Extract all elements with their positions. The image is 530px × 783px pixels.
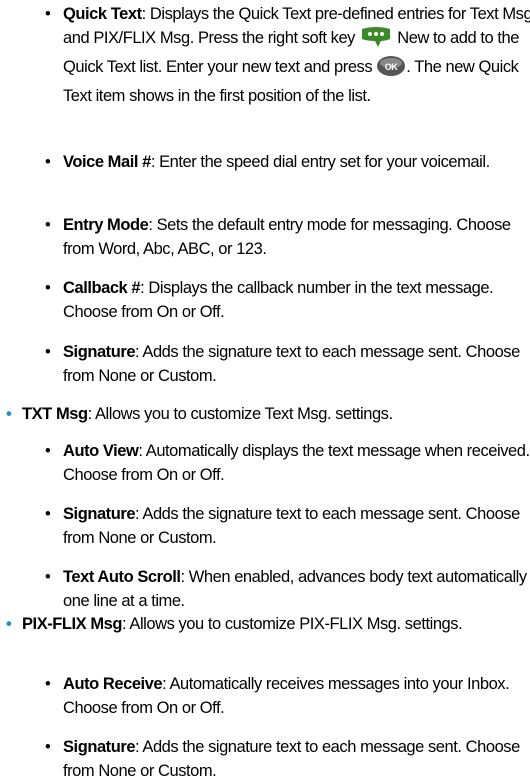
list-item-signature: • Signature: Adds the signature text to e… (45, 502, 530, 550)
bullet: • (6, 615, 12, 633)
term-quick-text: Quick Text (63, 5, 142, 23)
list-item-quick-text: • Quick Text: Displays the Quick Text pre… (45, 2, 530, 108)
bullet: • (45, 442, 51, 460)
bullet: • (45, 343, 51, 361)
list-item-callback: • Callback #: Displays the callback numbe… (45, 276, 530, 324)
list-item-entry-mode: • Entry Mode: Sets the default entry mode… (45, 213, 530, 261)
svg-text:OK: OK (385, 62, 399, 72)
list-item-voice-mail: • Voice Mail #: Enter the speed dial entr… (45, 150, 530, 174)
bullet: • (6, 405, 12, 423)
bullet: • (45, 216, 51, 234)
bullet: • (45, 5, 51, 23)
list-item-pix-flix-msg: • PIX-FLIX Msg: Allows you to customize P… (6, 612, 530, 636)
bullet: • (45, 675, 51, 693)
bullet: • (45, 738, 51, 756)
bullet: • (45, 279, 51, 297)
manual-page: • Quick Text: Displays the Quick Text pre… (0, 0, 530, 783)
right-soft-key-icon (359, 26, 393, 55)
list-item-auto-receive: • Auto Receive: Automatically receives me… (45, 672, 530, 720)
list-item-text-auto-scroll: • Text Auto Scroll: When enabled, advance… (45, 565, 530, 613)
list-item-signature: • Signature: Adds the signature text to e… (45, 735, 530, 783)
ok-key-icon: OK (376, 55, 406, 84)
list-item-txt-msg: • TXT Msg: Allows you to customize Text M… (6, 402, 530, 426)
list-item-signature: • Signature: Adds the signature text to e… (45, 340, 530, 388)
bullet: • (45, 153, 51, 171)
bullet: • (45, 505, 51, 523)
list-item-auto-view: • Auto View: Automatically displays the t… (45, 439, 530, 487)
bullet: • (45, 568, 51, 586)
